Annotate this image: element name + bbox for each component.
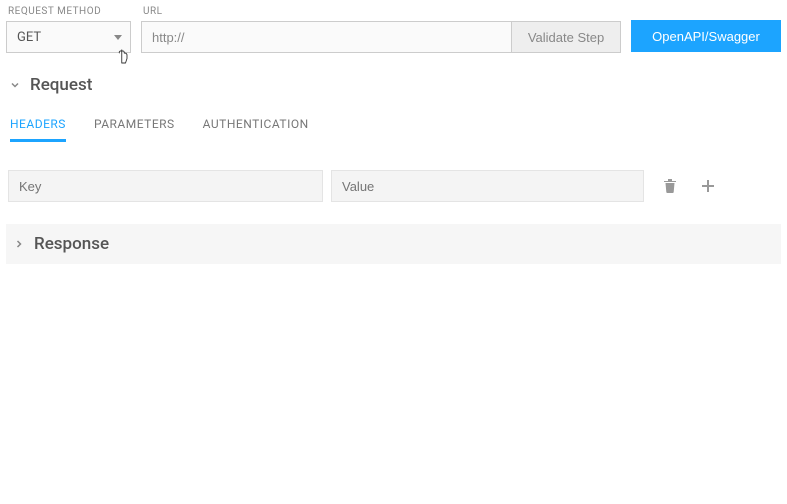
header-key-input[interactable] <box>8 170 323 202</box>
request-tabs: HEADERS PARAMETERS AUTHENTICATION <box>6 117 781 142</box>
response-section-toggle[interactable]: Response <box>6 224 781 264</box>
plus-icon[interactable] <box>696 174 720 198</box>
trash-icon[interactable] <box>658 174 682 198</box>
response-section-title: Response <box>34 234 109 254</box>
url-input[interactable] <box>141 21 511 53</box>
header-row <box>6 170 781 202</box>
url-label: URL <box>141 6 621 17</box>
request-method-label: REQUEST METHOD <box>6 6 131 17</box>
validate-step-button[interactable]: Validate Step <box>511 21 621 53</box>
tab-authentication[interactable]: AUTHENTICATION <box>203 117 309 142</box>
openapi-swagger-button[interactable]: OpenAPI/Swagger <box>631 20 781 52</box>
chevron-right-icon <box>12 237 26 251</box>
request-method-select[interactable]: GET <box>6 21 131 53</box>
tab-headers[interactable]: HEADERS <box>10 117 66 142</box>
chevron-down-icon <box>8 78 22 92</box>
request-section-title: Request <box>30 75 92 95</box>
request-method-value: GET <box>17 30 41 45</box>
header-value-input[interactable] <box>331 170 644 202</box>
cursor-icon <box>116 48 132 66</box>
request-section-toggle[interactable]: Request <box>6 71 781 99</box>
tab-parameters[interactable]: PARAMETERS <box>94 117 175 142</box>
